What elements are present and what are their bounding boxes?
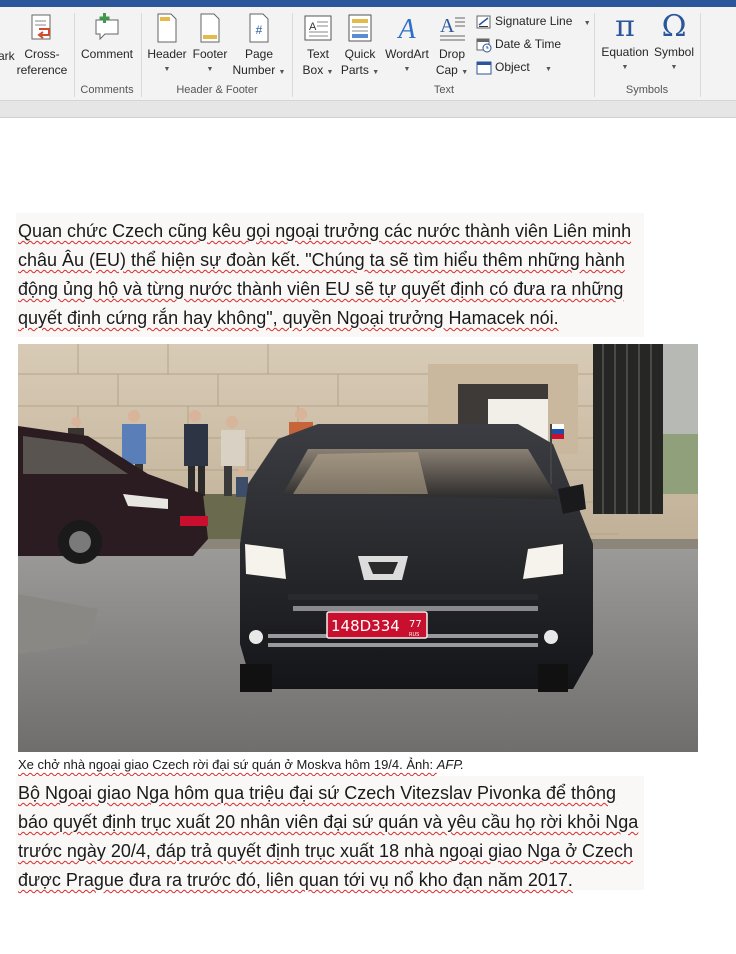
wordart-button[interactable]: A WordArt ▼ [382, 12, 432, 78]
text-group-label: Text [433, 84, 455, 96]
omega-icon: Ω [661, 9, 687, 44]
page-number-icon: # [249, 13, 269, 43]
equation-button[interactable]: π Equation ▼ [598, 10, 652, 76]
chevron-down-icon: ▼ [163, 66, 171, 73]
paragraph-line: châu Âu (EU) thể hiện sự đoàn kết. "Chún… [18, 250, 625, 270]
drop-cap-label-1: Drop [438, 47, 465, 61]
header-footer-group-label: Header & Footer [176, 84, 258, 96]
cross-reference-icon [31, 14, 51, 40]
embassy-car-photo: 148D334 77 RUS [18, 344, 698, 752]
comment-button[interactable]: Comment [78, 12, 136, 62]
object-icon [476, 61, 492, 75]
calendar-clock-icon [476, 38, 492, 53]
cross-reference-label-2: reference [16, 63, 68, 77]
footer-icon [200, 13, 220, 43]
wordart-label: WordArt [385, 47, 429, 61]
plate-number: 148D334 [331, 617, 400, 635]
article-photo[interactable]: 148D334 77 RUS [18, 344, 698, 752]
quick-parts-button[interactable]: Quick Parts ▼ [338, 12, 382, 81]
chevron-down-icon: ▼ [372, 69, 380, 76]
signature-line-label: Signature Line [495, 14, 573, 28]
text-box-label-1: Text [306, 47, 329, 61]
paragraph-line: Bộ Ngoại giao Nga hôm qua triệu đại sứ C… [18, 783, 617, 803]
object-label: Object [495, 60, 530, 74]
chevron-down-icon: ▼ [326, 69, 334, 76]
quick-parts-icon [348, 14, 372, 42]
header-button[interactable]: Header ▼ [146, 12, 188, 78]
signature-line-button[interactable]: Signature Line ▼ [476, 12, 591, 30]
paragraph-line: Quan chức Czech cũng kêu gọi ngoại trưởn… [18, 221, 632, 241]
quick-parts-label-1: Quick [344, 47, 376, 61]
paragraph-line: báo quyết định trục xuất 20 nhân viên đạ… [18, 812, 639, 832]
svg-text:#: # [256, 23, 263, 37]
object-button[interactable]: Object ▼ [476, 58, 552, 76]
wordart-icon: A [396, 14, 416, 44]
text-box-icon: A [304, 15, 332, 41]
group-separator [594, 13, 595, 97]
bookmark-button[interactable]: ark [0, 48, 15, 64]
chevron-down-icon: ▼ [545, 66, 552, 73]
page-number-button[interactable]: # Page Number ▼ [231, 12, 287, 81]
footer-label: Footer [192, 47, 228, 61]
quick-parts-label-2: Parts [340, 63, 369, 77]
plate-country: RUS [409, 632, 419, 638]
equation-label: Equation [601, 45, 649, 59]
svg-text:A: A [309, 21, 317, 33]
page-number-label-2: Number [232, 63, 276, 77]
group-separator [141, 13, 142, 97]
footer-button[interactable]: Footer ▼ [190, 12, 230, 78]
comment-label: Comment [80, 47, 133, 61]
chevron-down-icon: ▼ [621, 64, 629, 71]
group-separator [74, 13, 75, 97]
cross-reference-button[interactable]: Cross- reference [14, 12, 70, 78]
paragraph-1[interactable]: Quan chức Czech cũng kêu gọi ngoại trưởn… [16, 213, 644, 337]
photo-caption: Xe chở nhà ngoại giao Czech rời đại sứ q… [18, 757, 464, 772]
drop-cap-button[interactable]: A Drop Cap ▼ [434, 12, 470, 81]
paragraph-2[interactable]: Bộ Ngoại giao Nga hôm qua triệu đại sứ C… [16, 776, 644, 890]
pi-icon: π [615, 9, 635, 44]
date-time-button[interactable]: Date & Time [476, 35, 561, 53]
group-separator [292, 13, 293, 97]
signature-line-icon [476, 15, 491, 29]
svg-text:A: A [396, 14, 416, 44]
symbol-label: Symbol [653, 45, 694, 59]
text-box-button[interactable]: A Text Box ▼ [298, 12, 338, 81]
paragraph-line: động ủng hộ và từng nước thành viên EU s… [18, 279, 624, 299]
cross-reference-label-1: Cross- [24, 47, 60, 61]
chevron-down-icon: ▼ [583, 20, 591, 27]
ruler-gap [0, 101, 736, 118]
comment-icon [95, 13, 119, 41]
chevron-down-icon: ▼ [461, 69, 469, 76]
ribbon-insert-tab: ark Cross- reference Comment Comments He… [0, 7, 736, 101]
page-number-label-1: Page [244, 47, 274, 61]
svg-text:A: A [440, 15, 455, 37]
date-time-label: Date & Time [495, 37, 562, 51]
symbols-group-label: Symbols [625, 84, 669, 96]
drop-cap-icon: A [440, 15, 465, 41]
bookmark-label: ark [0, 49, 15, 63]
caption-credit: AFP. [436, 757, 464, 772]
symbol-button[interactable]: Ω Symbol ▼ [652, 10, 696, 76]
chevron-down-icon: ▼ [670, 64, 678, 71]
paragraph-line: quyết định cứng rắn hay không", quyền Ng… [18, 308, 559, 328]
text-box-label-2: Box [302, 63, 324, 77]
group-separator [700, 13, 701, 97]
plate-region: 77 [409, 619, 422, 630]
drop-cap-label-2: Cap [435, 63, 458, 77]
caption-text: Xe chở nhà ngoại giao Czech rời đại sứ q… [18, 757, 437, 772]
chevron-down-icon: ▼ [403, 66, 411, 73]
header-label: Header [147, 47, 187, 61]
paragraph-line: trước ngày 20/4, đáp trả quyết định trục… [18, 841, 634, 861]
comments-group-label: Comments [80, 84, 134, 96]
title-bar-strip [0, 0, 736, 7]
header-icon [157, 13, 177, 43]
chevron-down-icon: ▼ [278, 69, 286, 76]
paragraph-line: được Prague đưa ra trước đó, liên quan t… [18, 870, 573, 890]
chevron-down-icon: ▼ [206, 66, 214, 73]
